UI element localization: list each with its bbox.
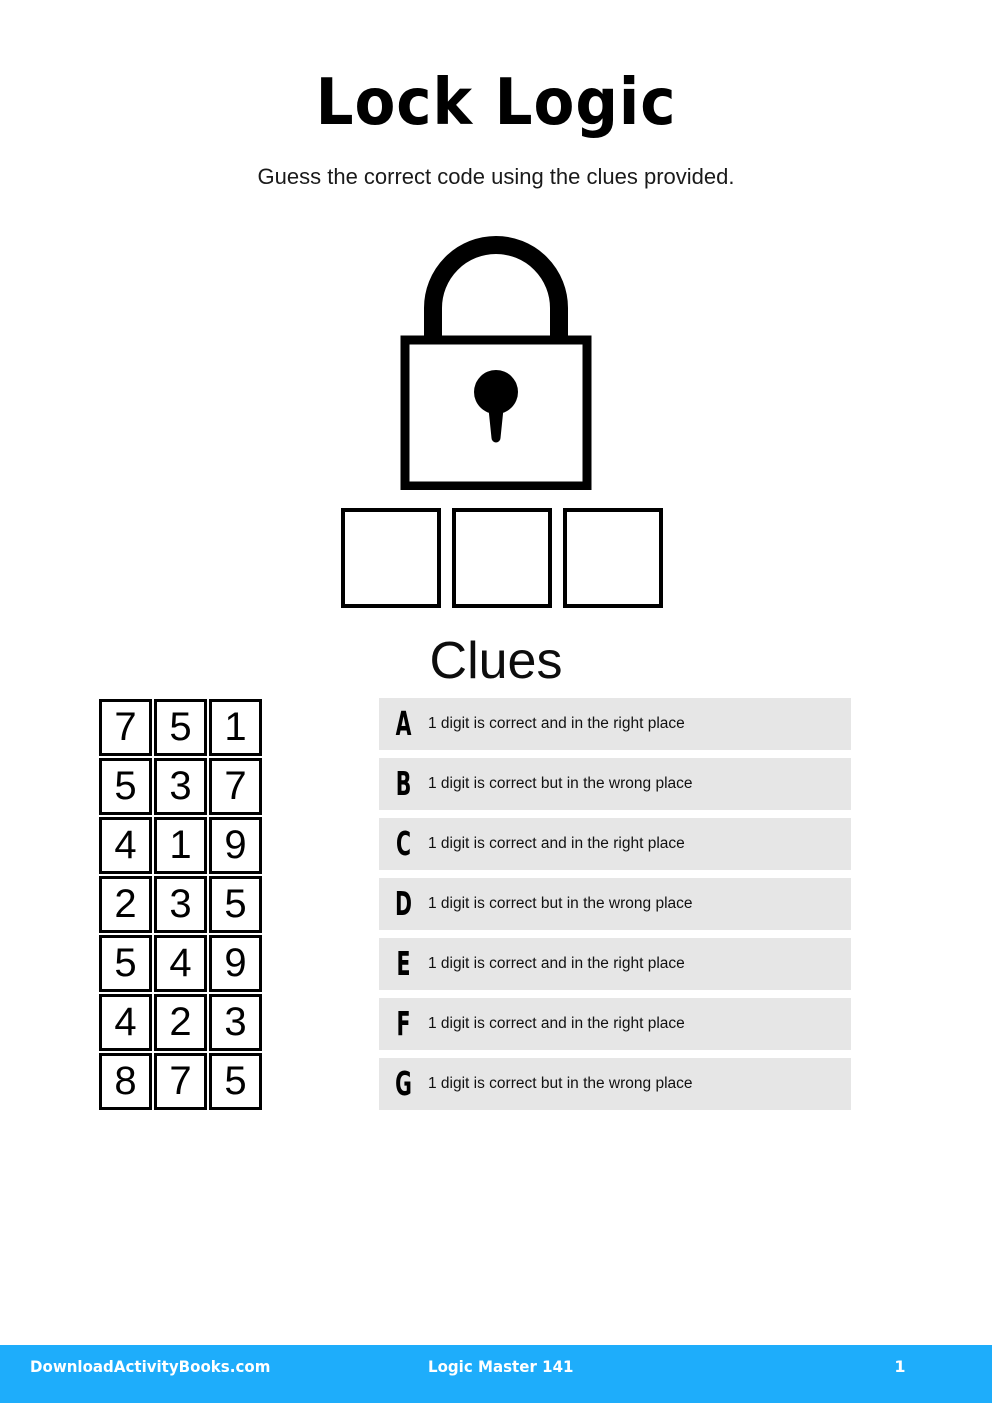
guess-row: 4 2 3 [99,994,262,1051]
answer-box-1[interactable] [341,508,441,608]
footer-book-title: Logic Master 141 [428,1357,574,1376]
clue-text: 1 digit is correct but in the wrong plac… [428,1075,693,1092]
guess-cell: 5 [99,758,152,815]
clue-text: 1 digit is correct but in the wrong plac… [428,775,693,792]
guess-cell: 9 [209,817,262,874]
guess-row: 4 1 9 [99,817,262,874]
clue-text: 1 digit is correct and in the right plac… [428,835,685,852]
guess-cell: 7 [154,1053,207,1110]
footer-site-link[interactable]: DownloadActivityBooks.com [30,1357,270,1377]
clue-row-e: E 1 digit is correct and in the right pl… [379,938,851,990]
guess-row: 5 4 9 [99,935,262,992]
answer-boxes [341,508,663,608]
guess-row: 2 3 5 [99,876,262,933]
guess-cell: 1 [209,699,262,756]
guess-cell: 1 [154,817,207,874]
clue-letter: A [395,704,412,743]
page-subtitle: Guess the correct code using the clues p… [257,164,735,189]
guess-cell: 9 [209,935,262,992]
answer-box-3[interactable] [563,508,663,608]
footer-page-number: 1 [894,1357,906,1376]
guess-cell: 5 [209,1053,262,1110]
padlock-icon [396,234,596,490]
guess-cell: 5 [154,699,207,756]
clue-text: 1 digit is correct and in the right plac… [428,955,685,972]
clue-text: 1 digit is correct and in the right plac… [428,1015,685,1032]
guess-row: 5 3 7 [99,758,262,815]
guess-grid: 7 5 1 5 3 7 4 1 9 2 3 5 5 4 9 4 2 3 8 7 … [99,699,262,1110]
guess-cell: 5 [209,876,262,933]
clue-row-c: C 1 digit is correct and in the right pl… [379,818,851,870]
guess-cell: 4 [154,935,207,992]
guess-cell: 2 [99,876,152,933]
guess-cell: 4 [99,817,152,874]
clue-letter: C [395,824,412,863]
guess-cell: 5 [99,935,152,992]
clue-letter: B [395,764,412,803]
guess-cell: 7 [99,699,152,756]
clue-row-b: B 1 digit is correct but in the wrong pl… [379,758,851,810]
clue-row-g: G 1 digit is correct but in the wrong pl… [379,1058,851,1110]
clue-text: 1 digit is correct and in the right plac… [428,715,685,732]
clue-list: A 1 digit is correct and in the right pl… [379,698,851,1110]
guess-cell: 4 [99,994,152,1051]
guess-row: 8 7 5 [99,1053,262,1110]
clue-row-d: D 1 digit is correct but in the wrong pl… [379,878,851,930]
clues-heading: Clues [429,632,563,690]
clue-letter: E [396,944,411,983]
guess-row: 7 5 1 [99,699,262,756]
page-title: Lock Logic [315,66,677,140]
clue-row-f: F 1 digit is correct and in the right pl… [379,998,851,1050]
guess-cell: 2 [154,994,207,1051]
answer-box-2[interactable] [452,508,552,608]
clue-letter: G [395,1064,412,1103]
guess-cell: 3 [154,876,207,933]
clue-row-a: A 1 digit is correct and in the right pl… [379,698,851,750]
clue-letter: D [395,884,412,923]
guess-cell: 3 [209,994,262,1051]
clue-letter: F [396,1004,411,1043]
clue-text: 1 digit is correct but in the wrong plac… [428,895,693,912]
guess-cell: 7 [209,758,262,815]
guess-cell: 3 [154,758,207,815]
guess-cell: 8 [99,1053,152,1110]
